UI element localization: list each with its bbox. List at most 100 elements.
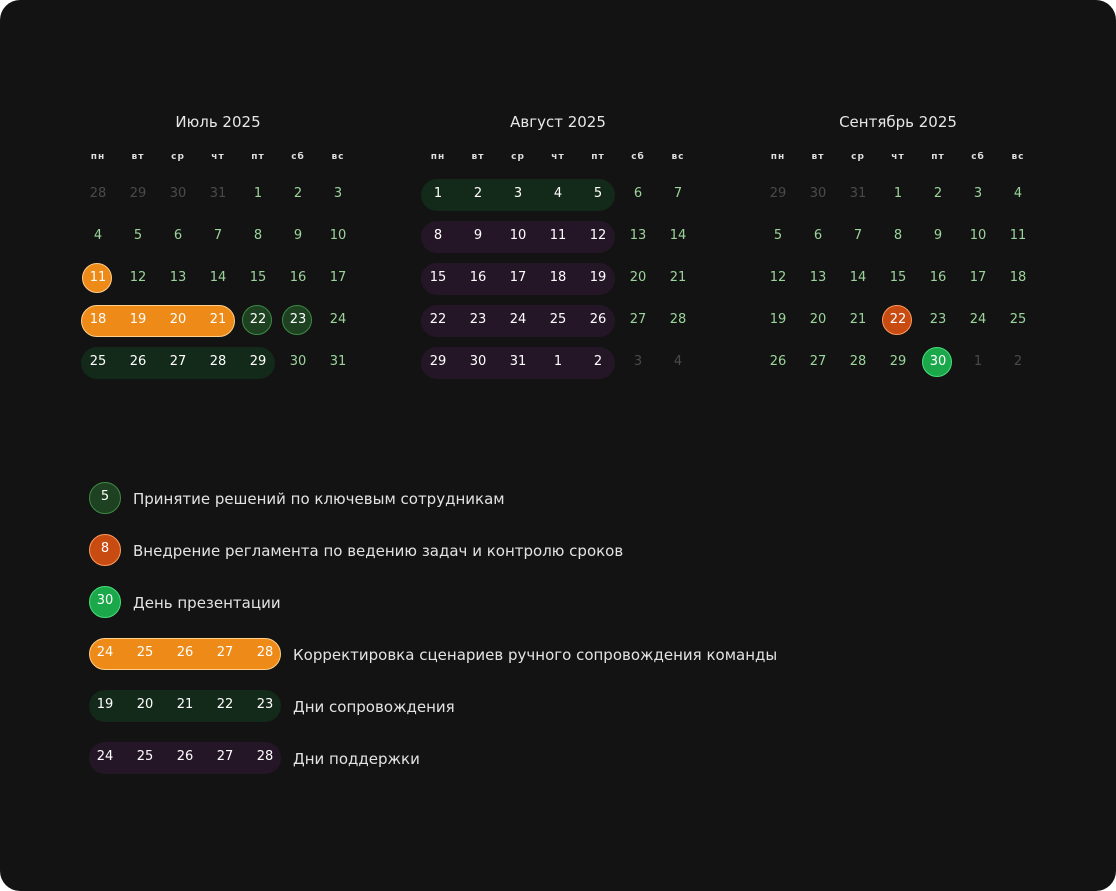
calendar-day[interactable]: 4: [538, 178, 578, 210]
calendar-day[interactable]: 13: [798, 262, 838, 294]
calendar-day[interactable]: 25: [538, 304, 578, 336]
calendar-day[interactable]: 16: [458, 262, 498, 294]
calendar-day[interactable]: 12: [118, 262, 158, 294]
calendar-day[interactable]: 2: [578, 346, 618, 378]
calendar-day[interactable]: 6: [618, 178, 658, 210]
calendar-day[interactable]: 21: [198, 304, 238, 336]
calendar-day[interactable]: 8: [238, 220, 278, 252]
calendar-day[interactable]: 1: [958, 346, 998, 378]
calendar-day[interactable]: 31: [318, 346, 358, 378]
calendar-day[interactable]: 27: [158, 346, 198, 378]
calendar-day[interactable]: 31: [198, 178, 238, 210]
calendar-day[interactable]: 20: [158, 304, 198, 336]
calendar-day[interactable]: 16: [278, 262, 318, 294]
calendar-day[interactable]: 29: [878, 346, 918, 378]
calendar-day[interactable]: 26: [118, 346, 158, 378]
calendar-day[interactable]: 31: [838, 178, 878, 210]
calendar-day[interactable]: 5: [578, 178, 618, 210]
calendar-day[interactable]: 24: [498, 304, 538, 336]
calendar-day[interactable]: 12: [578, 220, 618, 252]
calendar-day[interactable]: 6: [798, 220, 838, 252]
calendar-day[interactable]: 30: [278, 346, 318, 378]
calendar-day[interactable]: 24: [318, 304, 358, 336]
calendar-day[interactable]: 17: [318, 262, 358, 294]
calendar-day[interactable]: 31: [498, 346, 538, 378]
calendar-day[interactable]: 1: [538, 346, 578, 378]
calendar-day[interactable]: 9: [918, 220, 958, 252]
calendar-day[interactable]: 2: [278, 178, 318, 210]
calendar-day[interactable]: 4: [78, 220, 118, 252]
calendar-day[interactable]: 18: [78, 304, 118, 336]
calendar-day[interactable]: 5: [118, 220, 158, 252]
calendar-day[interactable]: 7: [198, 220, 238, 252]
calendar-day[interactable]: 3: [618, 346, 658, 378]
calendar-day[interactable]: 26: [758, 346, 798, 378]
calendar-day[interactable]: 1: [878, 178, 918, 210]
calendar-day[interactable]: 19: [118, 304, 158, 336]
calendar-day[interactable]: 25: [78, 346, 118, 378]
calendar-day[interactable]: 20: [798, 304, 838, 336]
calendar-day[interactable]: 9: [458, 220, 498, 252]
calendar-day[interactable]: 22: [238, 304, 278, 336]
calendar-day[interactable]: 22: [878, 304, 918, 336]
calendar-day[interactable]: 11: [78, 262, 118, 294]
calendar-day[interactable]: 26: [578, 304, 618, 336]
calendar-day[interactable]: 3: [318, 178, 358, 210]
calendar-day[interactable]: 2: [458, 178, 498, 210]
calendar-day[interactable]: 10: [498, 220, 538, 252]
calendar-day[interactable]: 8: [418, 220, 458, 252]
calendar-day[interactable]: 27: [618, 304, 658, 336]
calendar-day[interactable]: 21: [838, 304, 878, 336]
calendar-day[interactable]: 28: [658, 304, 698, 336]
calendar-day[interactable]: 14: [838, 262, 878, 294]
calendar-day[interactable]: 17: [498, 262, 538, 294]
calendar-day[interactable]: 20: [618, 262, 658, 294]
calendar-day[interactable]: 29: [238, 346, 278, 378]
calendar-day[interactable]: 18: [538, 262, 578, 294]
calendar-day[interactable]: 16: [918, 262, 958, 294]
calendar-day[interactable]: 27: [798, 346, 838, 378]
calendar-day[interactable]: 14: [198, 262, 238, 294]
calendar-day[interactable]: 23: [458, 304, 498, 336]
calendar-day[interactable]: 18: [998, 262, 1038, 294]
calendar-day[interactable]: 5: [758, 220, 798, 252]
calendar-day[interactable]: 24: [958, 304, 998, 336]
calendar-day[interactable]: 30: [158, 178, 198, 210]
calendar-day[interactable]: 4: [658, 346, 698, 378]
calendar-day[interactable]: 15: [238, 262, 278, 294]
calendar-day[interactable]: 25: [998, 304, 1038, 336]
calendar-day[interactable]: 7: [658, 178, 698, 210]
calendar-day[interactable]: 6: [158, 220, 198, 252]
calendar-day[interactable]: 21: [658, 262, 698, 294]
calendar-day[interactable]: 11: [998, 220, 1038, 252]
calendar-day[interactable]: 28: [838, 346, 878, 378]
calendar-day[interactable]: 11: [538, 220, 578, 252]
calendar-day[interactable]: 22: [418, 304, 458, 336]
calendar-day[interactable]: 3: [498, 178, 538, 210]
calendar-day[interactable]: 10: [318, 220, 358, 252]
calendar-day[interactable]: 1: [418, 178, 458, 210]
calendar-day[interactable]: 8: [878, 220, 918, 252]
calendar-day[interactable]: 12: [758, 262, 798, 294]
calendar-day[interactable]: 13: [618, 220, 658, 252]
calendar-day[interactable]: 10: [958, 220, 998, 252]
calendar-day[interactable]: 3: [958, 178, 998, 210]
calendar-day[interactable]: 28: [78, 178, 118, 210]
calendar-day[interactable]: 7: [838, 220, 878, 252]
calendar-day[interactable]: 15: [418, 262, 458, 294]
calendar-day[interactable]: 30: [458, 346, 498, 378]
calendar-day[interactable]: 30: [918, 346, 958, 378]
calendar-day[interactable]: 23: [918, 304, 958, 336]
calendar-day[interactable]: 23: [278, 304, 318, 336]
calendar-day[interactable]: 13: [158, 262, 198, 294]
calendar-day[interactable]: 14: [658, 220, 698, 252]
calendar-day[interactable]: 2: [998, 346, 1038, 378]
calendar-day[interactable]: 15: [878, 262, 918, 294]
calendar-day[interactable]: 28: [198, 346, 238, 378]
calendar-day[interactable]: 17: [958, 262, 998, 294]
calendar-day[interactable]: 19: [578, 262, 618, 294]
calendar-day[interactable]: 30: [798, 178, 838, 210]
calendar-day[interactable]: 29: [118, 178, 158, 210]
calendar-day[interactable]: 29: [418, 346, 458, 378]
calendar-day[interactable]: 2: [918, 178, 958, 210]
